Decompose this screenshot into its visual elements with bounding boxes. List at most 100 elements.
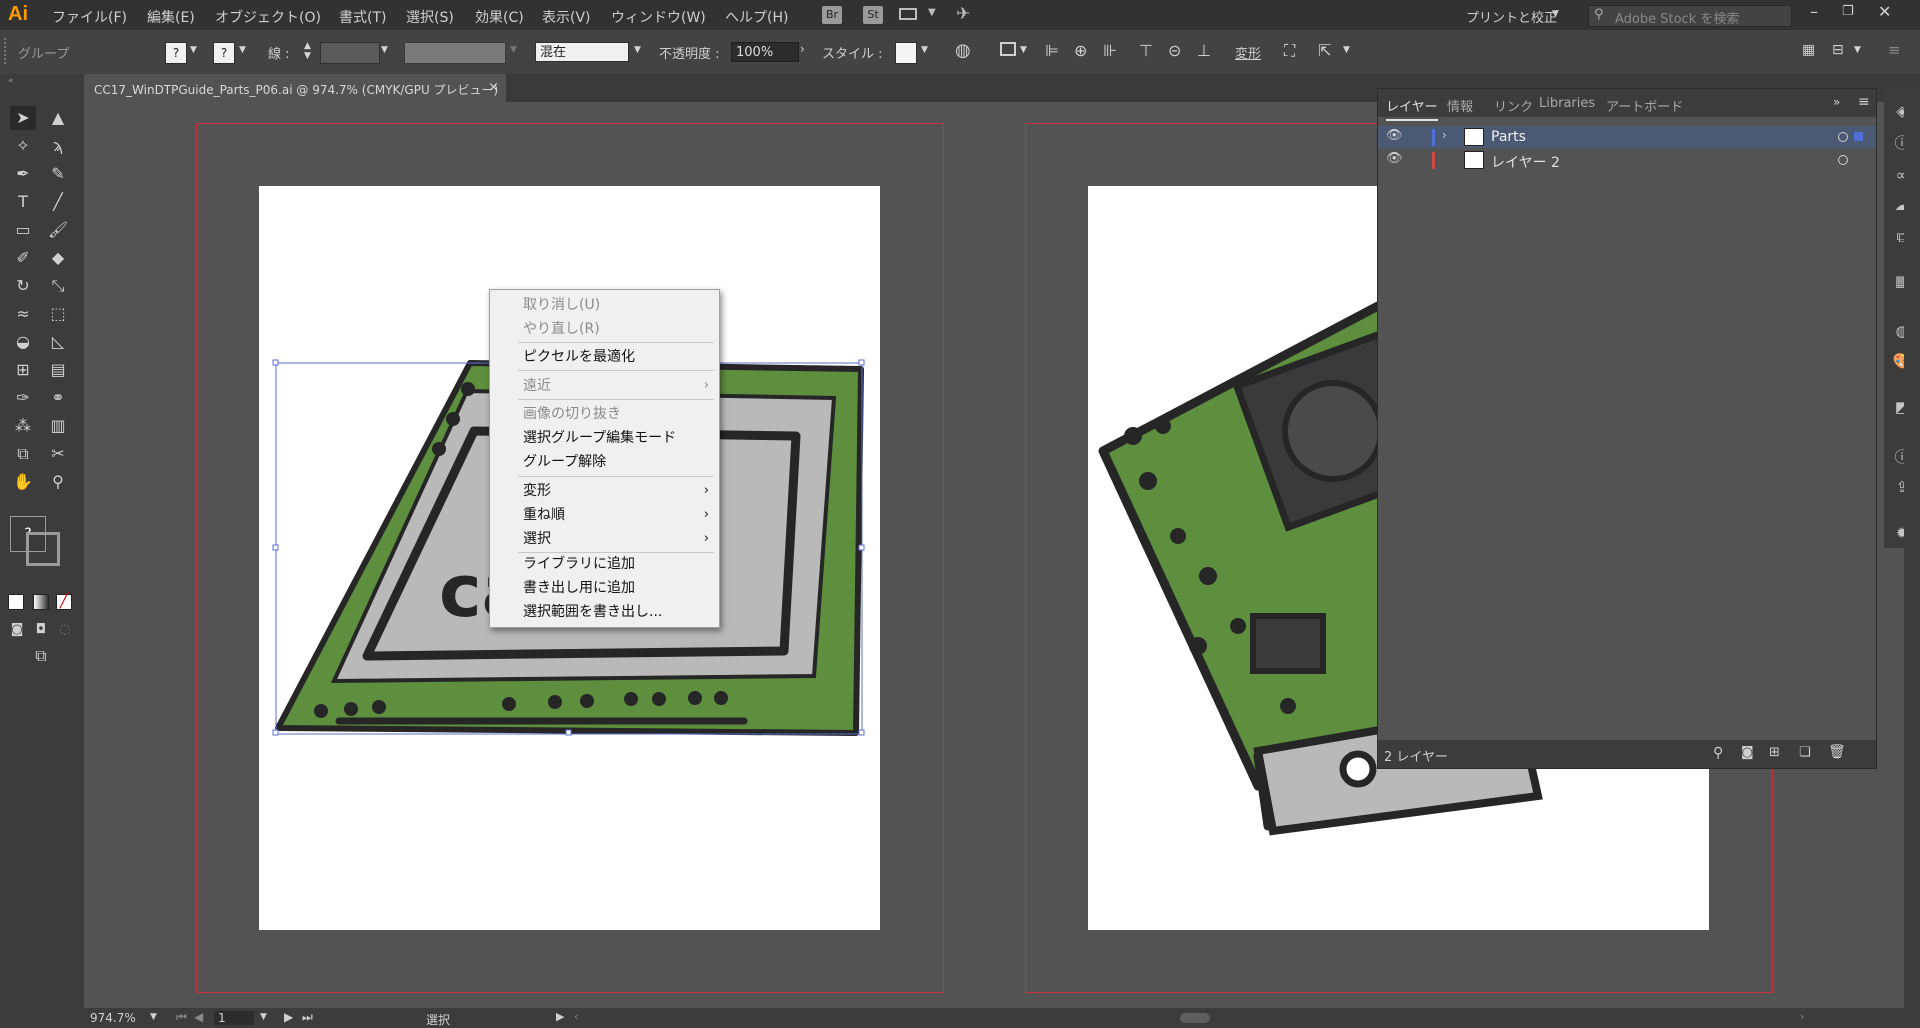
align-bottom-icon[interactable]: ⊥ [1197,41,1211,60]
menu-item-add-to-export[interactable]: 書き出し用に追加 [490,576,719,600]
document-tab[interactable]: CC17_WinDTPGuide_Parts_P06.ai @ 974.7% (… [84,74,506,102]
chevron-right-icon[interactable]: › [1442,128,1447,142]
free-transform-icon[interactable]: ⬚ [45,302,71,326]
menu-select[interactable]: 選択(S) [406,7,454,27]
arrange-documents-icon[interactable] [899,8,917,20]
new-sublayer-icon[interactable]: ⊞ [1769,745,1780,760]
menu-help[interactable]: ヘルプ(H) [725,7,788,27]
shape-builder-icon[interactable]: ◒ [10,330,36,354]
color-mode-icon[interactable] [8,594,24,610]
draw-behind-icon[interactable]: ◘ [28,618,54,642]
layer-name[interactable]: レイヤー 2 [1491,152,1560,172]
tab-libraries[interactable]: Libraries [1539,96,1595,111]
chevron-down-icon[interactable]: ▼ [150,1012,157,1022]
magic-wand-icon[interactable]: ✧ [10,134,36,158]
trash-icon[interactable]: 🗑 [1828,744,1846,760]
menu-item-isolate-group[interactable]: 選択グループ編集モード [490,426,719,450]
first-artboard-icon[interactable]: ⏮ [176,1010,187,1025]
rectangle-tool-icon[interactable]: ▭ [10,218,36,242]
chevron-down-icon[interactable]: ▼ [260,1012,267,1022]
zoom-level[interactable]: 974.7% [90,1011,136,1025]
stock-search-input[interactable]: ⚲ Adobe Stock を検索 [1588,5,1792,27]
opacity-input[interactable]: 100% [731,42,799,62]
graphic-style-swatch[interactable] [895,42,917,64]
chevron-down-icon[interactable]: ▼ [1020,45,1027,55]
make-clipping-mask-icon[interactable]: ◙ [1741,745,1754,760]
new-layer-icon[interactable]: ❏ [1799,745,1811,760]
stroke-color-icon[interactable] [26,532,60,566]
pen-tool-icon[interactable]: ✒ [10,162,36,186]
menu-edit[interactable]: 編集(E) [147,7,195,27]
warp-tool-icon[interactable]: ≈ [10,302,36,326]
chevron-down-icon[interactable]: ▼ [190,45,197,55]
restore-icon[interactable]: ❐ [1842,4,1854,19]
close-tab-icon[interactable]: × [488,80,499,95]
chevron-right-icon[interactable]: › [800,42,805,56]
panel-options-icon[interactable]: ⊟ [1832,42,1844,58]
isolate-icon[interactable]: ⛶ [1284,41,1295,61]
chevron-down-icon[interactable]: ▼ [239,45,246,55]
panel-grip[interactable] [4,38,8,64]
horizontal-scrollbar-thumb[interactable] [1180,1013,1210,1023]
chevron-down-icon[interactable]: ▼ [381,45,388,55]
menu-item-pixel-optimize[interactable]: ピクセルを最適化 [490,345,719,369]
zoom-tool-icon[interactable]: ⚲ [45,470,71,494]
scale-tool-icon[interactable]: ⤡ [45,274,71,298]
tab-artboards[interactable]: アートボード [1606,96,1683,115]
menu-file[interactable]: ファイル(F) [52,7,127,27]
menu-icon[interactable]: ≡ [1888,41,1901,59]
layer-row-layer-2[interactable]: 👁 レイヤー 2 [1378,149,1876,171]
eraser-icon[interactable]: ◆ [45,246,71,270]
align-hcenter-icon[interactable]: ⊕ [1074,41,1087,60]
rotate-tool-icon[interactable]: ↻ [10,274,36,298]
expand-icon[interactable]: » [1833,95,1840,109]
tab-links[interactable]: リンク [1494,96,1533,115]
blend-mode-select[interactable]: 混在 [535,42,629,62]
artboard-number[interactable]: 1 [214,1011,254,1025]
curvature-tool-icon[interactable]: ✎ [45,162,71,186]
tab-info[interactable]: 情報 [1447,96,1473,115]
menu-item-crop-image[interactable]: 画像の切り抜き [490,402,719,426]
grid-arrange-icon[interactable]: ▦ [1802,42,1815,58]
minimize-icon[interactable]: – [1810,2,1818,21]
mesh-tool-icon[interactable]: ⊞ [10,358,36,382]
blend-tool-icon[interactable]: ⚭ [45,386,71,410]
chevron-down-icon[interactable]: ▼ [921,45,928,55]
eyedropper-icon[interactable]: ✑ [10,386,36,410]
chevron-down-icon[interactable]: ▼ [634,45,641,55]
selection-tool-icon[interactable]: ➤ [10,106,36,130]
symbol-sprayer-icon[interactable]: ⁂ [10,414,36,438]
align-to-icon[interactable] [1000,42,1016,56]
prev-artboard-icon[interactable]: ◀ [194,1010,203,1024]
menu-item-add-to-library[interactable]: ライブラリに追加 [490,552,719,576]
panel-menu-icon[interactable]: ≡ [1858,94,1870,110]
draw-normal-icon[interactable]: ◙ [4,618,30,642]
stock-icon[interactable]: St [863,6,883,24]
workspace-switcher[interactable]: プリントと校正 [1466,7,1557,26]
layer-name[interactable]: Parts [1491,129,1526,145]
none-mode-icon[interactable]: ╱ [56,594,72,610]
menu-effect[interactable]: 効果(C) [475,7,524,27]
bridge-icon[interactable]: Br [822,6,842,24]
lasso-icon[interactable]: ϡ [45,134,71,158]
selection-indicator[interactable] [1854,132,1863,141]
visibility-eye-icon[interactable]: 👁 [1386,128,1403,143]
status-menu-icon[interactable]: ▶ [556,1010,564,1023]
recolor-artwork-icon[interactable]: ◍ [955,40,971,61]
type-tool-icon[interactable]: T [10,190,36,214]
artboard-tool-icon[interactable]: ⧉ [10,442,36,466]
collapse-icon[interactable]: « [8,76,14,86]
fill-swatch[interactable]: ? [165,42,187,64]
gradient-tool-icon[interactable]: ▤ [45,358,71,382]
menu-window[interactable]: ウィンドウ(W) [611,7,706,27]
chevron-down-icon[interactable]: ▼ [1552,9,1559,19]
scroll-left-icon[interactable]: ‹ [574,1010,578,1023]
menu-type[interactable]: 書式(T) [339,7,386,27]
menu-item-redo[interactable]: やり直し(R) [490,317,719,341]
locate-object-icon[interactable]: ⚲ [1713,745,1723,761]
menu-item-select[interactable]: 選択 › [490,527,719,551]
stroke-weight-input[interactable] [320,42,380,64]
variable-width-profile[interactable] [404,42,506,64]
perspective-grid-icon[interactable]: ◺ [45,330,71,354]
close-icon[interactable]: ✕ [1878,2,1891,21]
